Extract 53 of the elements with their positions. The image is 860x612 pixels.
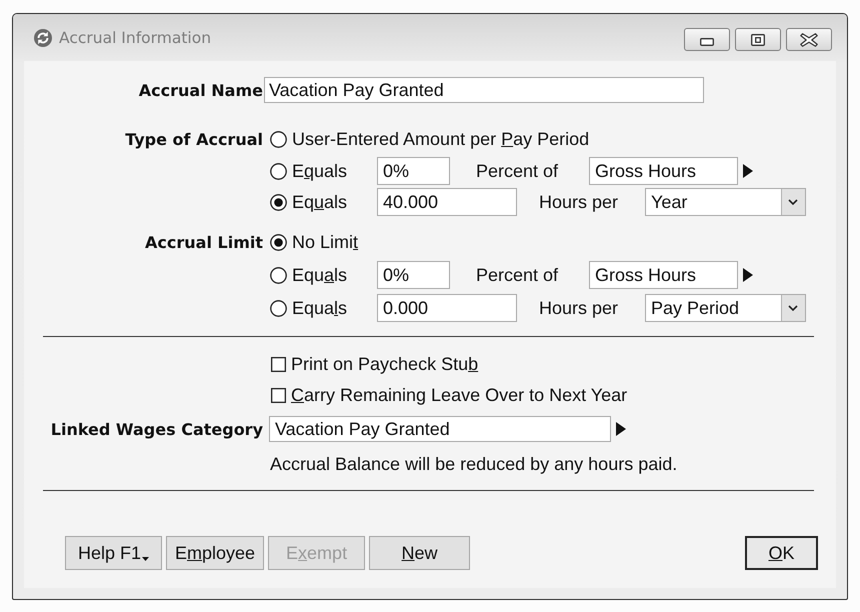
info-text: Accrual Balance will be reduced by any hours paid. (270, 454, 678, 474)
radio-button[interactable] (270, 130, 287, 148)
radio-button[interactable] (270, 234, 287, 250)
radio-button[interactable] (270, 162, 287, 180)
radio-button[interactable] (270, 300, 287, 316)
checkbox[interactable] (271, 388, 286, 402)
minimize-button[interactable] (684, 28, 730, 51)
unit-label: Hours per (539, 298, 620, 318)
menu-button[interactable]: Help F1 (65, 536, 162, 570)
minimize-icon (700, 38, 714, 46)
action-button[interactable]: New (369, 536, 470, 570)
radio-label[interactable]: User-Entered Amount per Pay Period (292, 128, 590, 150)
number-field[interactable]: 0% (377, 261, 450, 289)
dropdown[interactable]: Pay Period (645, 294, 806, 322)
default-button[interactable]: OK (745, 536, 818, 570)
triangle-right-icon[interactable] (616, 422, 626, 436)
checkbox[interactable] (271, 356, 286, 372)
number-field[interactable]: 0% (377, 157, 450, 185)
close-icon (800, 32, 818, 46)
field-label: Linked Wages Category (50, 420, 263, 438)
unit-label: Percent of (476, 160, 560, 182)
radio-label[interactable]: No Limit (292, 232, 358, 252)
radio-label[interactable]: Equals (292, 298, 348, 318)
circular-arrows-icon (34, 28, 52, 46)
radio-label[interactable]: Equals (292, 160, 348, 182)
unit-label: Percent of (476, 264, 560, 286)
text-field[interactable]: Vacation Pay Granted (264, 77, 704, 103)
maximize-button[interactable] (735, 28, 781, 51)
radio-button[interactable] (270, 194, 287, 210)
unit-label: Hours per (539, 192, 620, 212)
field-label: Type of Accrual (125, 130, 263, 148)
checkbox-label[interactable]: Print on Paycheck Stub (291, 354, 478, 374)
radio-label[interactable]: Equals (292, 192, 348, 212)
lookup-field[interactable]: Gross Hours (589, 261, 738, 289)
close-button[interactable] (786, 28, 832, 51)
chevron-down-icon[interactable] (781, 295, 805, 321)
caret-icon (142, 557, 150, 561)
field-label: Accrual Name (138, 80, 263, 100)
dropdown[interactable]: Year (645, 188, 806, 216)
field-label: Accrual Limit (145, 232, 263, 252)
maximize-icon (751, 34, 765, 46)
number-field[interactable]: 0.000 (377, 294, 517, 322)
window-title: Accrual Information (59, 28, 212, 46)
number-field[interactable]: 40.000 (377, 188, 517, 216)
checkbox-label[interactable]: Carry Remaining Leave Over to Next Year (291, 384, 628, 406)
action-button[interactable]: Employee (166, 536, 264, 570)
radio-label[interactable]: Equals (292, 264, 348, 286)
lookup-field[interactable]: Gross Hours (589, 157, 738, 185)
chevron-down-icon[interactable] (781, 189, 805, 215)
radio-button[interactable] (270, 266, 287, 284)
text-field[interactable]: Vacation Pay Granted (269, 416, 611, 442)
triangle-right-icon[interactable] (743, 268, 753, 282)
triangle-right-icon[interactable] (743, 164, 753, 178)
